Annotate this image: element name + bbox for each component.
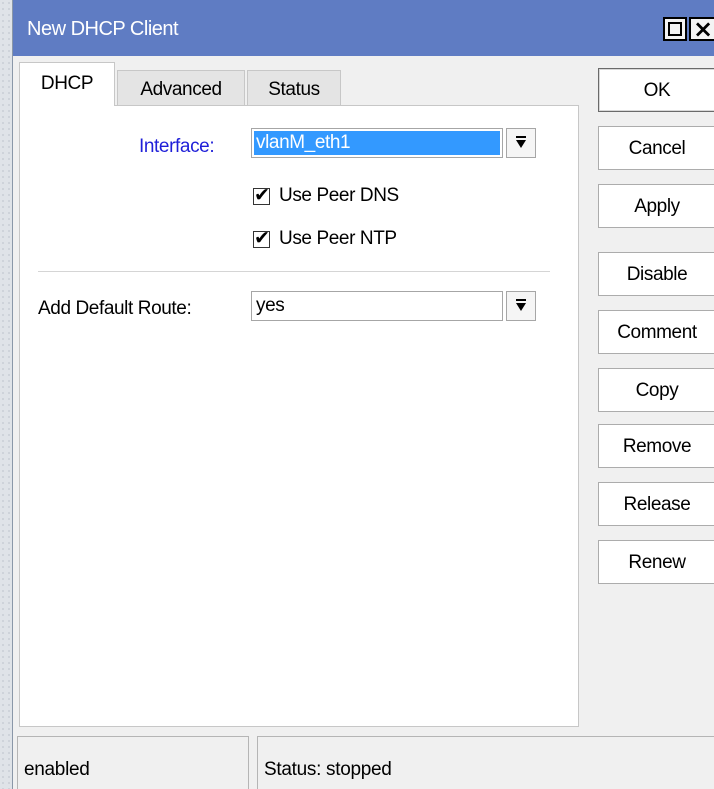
tab-advanced-label: Advanced <box>140 79 222 100</box>
release-button[interactable]: Release <box>598 482 714 526</box>
interface-label: Interface: <box>139 136 215 157</box>
dropdown-arrow-icon <box>516 136 526 148</box>
default-route-value: yes <box>256 295 285 316</box>
dhcp-tab-panel: Interface: vlanM_eth1 ✔ Use Peer DNS ✔ U… <box>19 105 579 727</box>
renew-button[interactable]: Renew <box>598 540 714 584</box>
status-bar: enabled Status: stopped <box>17 736 714 789</box>
check-icon: ✔ <box>254 227 270 249</box>
section-divider <box>38 271 550 272</box>
tab-dhcp[interactable]: DHCP <box>19 62 115 106</box>
tab-status[interactable]: Status <box>247 70 341 106</box>
status-text: Status: stopped <box>257 736 714 789</box>
status-enabled: enabled <box>17 736 249 789</box>
use-peer-dns-checkbox[interactable]: ✔ Use Peer DNS <box>253 184 453 209</box>
dropdown-arrow-icon <box>516 299 526 311</box>
use-peer-dns-box[interactable]: ✔ <box>253 184 270 206</box>
use-peer-ntp-box[interactable]: ✔ <box>253 227 270 249</box>
tab-dhcp-label: DHCP <box>40 73 94 94</box>
tab-status-label: Status <box>268 79 320 100</box>
maximize-icon[interactable] <box>663 17 687 41</box>
ok-button[interactable]: OK <box>598 68 714 112</box>
use-peer-ntp-checkbox[interactable]: ✔ Use Peer NTP <box>253 227 453 252</box>
apply-button[interactable]: Apply <box>598 184 714 228</box>
check-icon: ✔ <box>254 184 270 206</box>
copy-button[interactable]: Copy <box>598 368 714 412</box>
default-route-select[interactable]: yes <box>251 291 503 321</box>
use-peer-dns-label: Use Peer DNS <box>279 185 399 206</box>
use-peer-ntp-label: Use Peer NTP <box>279 228 397 249</box>
disable-button[interactable]: Disable <box>598 252 714 296</box>
window-titlebar[interactable]: New DHCP Client × <box>13 0 714 56</box>
comment-button[interactable]: Comment <box>598 310 714 354</box>
cancel-button[interactable]: Cancel <box>598 126 714 170</box>
window-title: New DHCP Client <box>27 18 179 40</box>
close-icon[interactable]: × <box>689 15 714 43</box>
interface-value: vlanM_eth1 <box>254 131 500 155</box>
tab-advanced[interactable]: Advanced <box>117 70 245 106</box>
dhcp-client-window: New DHCP Client × DHCP Advanced Status I… <box>12 0 714 789</box>
default-route-label: Add Default Route: <box>38 298 192 319</box>
remove-button[interactable]: Remove <box>598 424 714 468</box>
default-route-dropdown-button[interactable] <box>506 291 536 321</box>
interface-dropdown-button[interactable] <box>506 128 536 158</box>
interface-select[interactable]: vlanM_eth1 <box>251 128 503 158</box>
